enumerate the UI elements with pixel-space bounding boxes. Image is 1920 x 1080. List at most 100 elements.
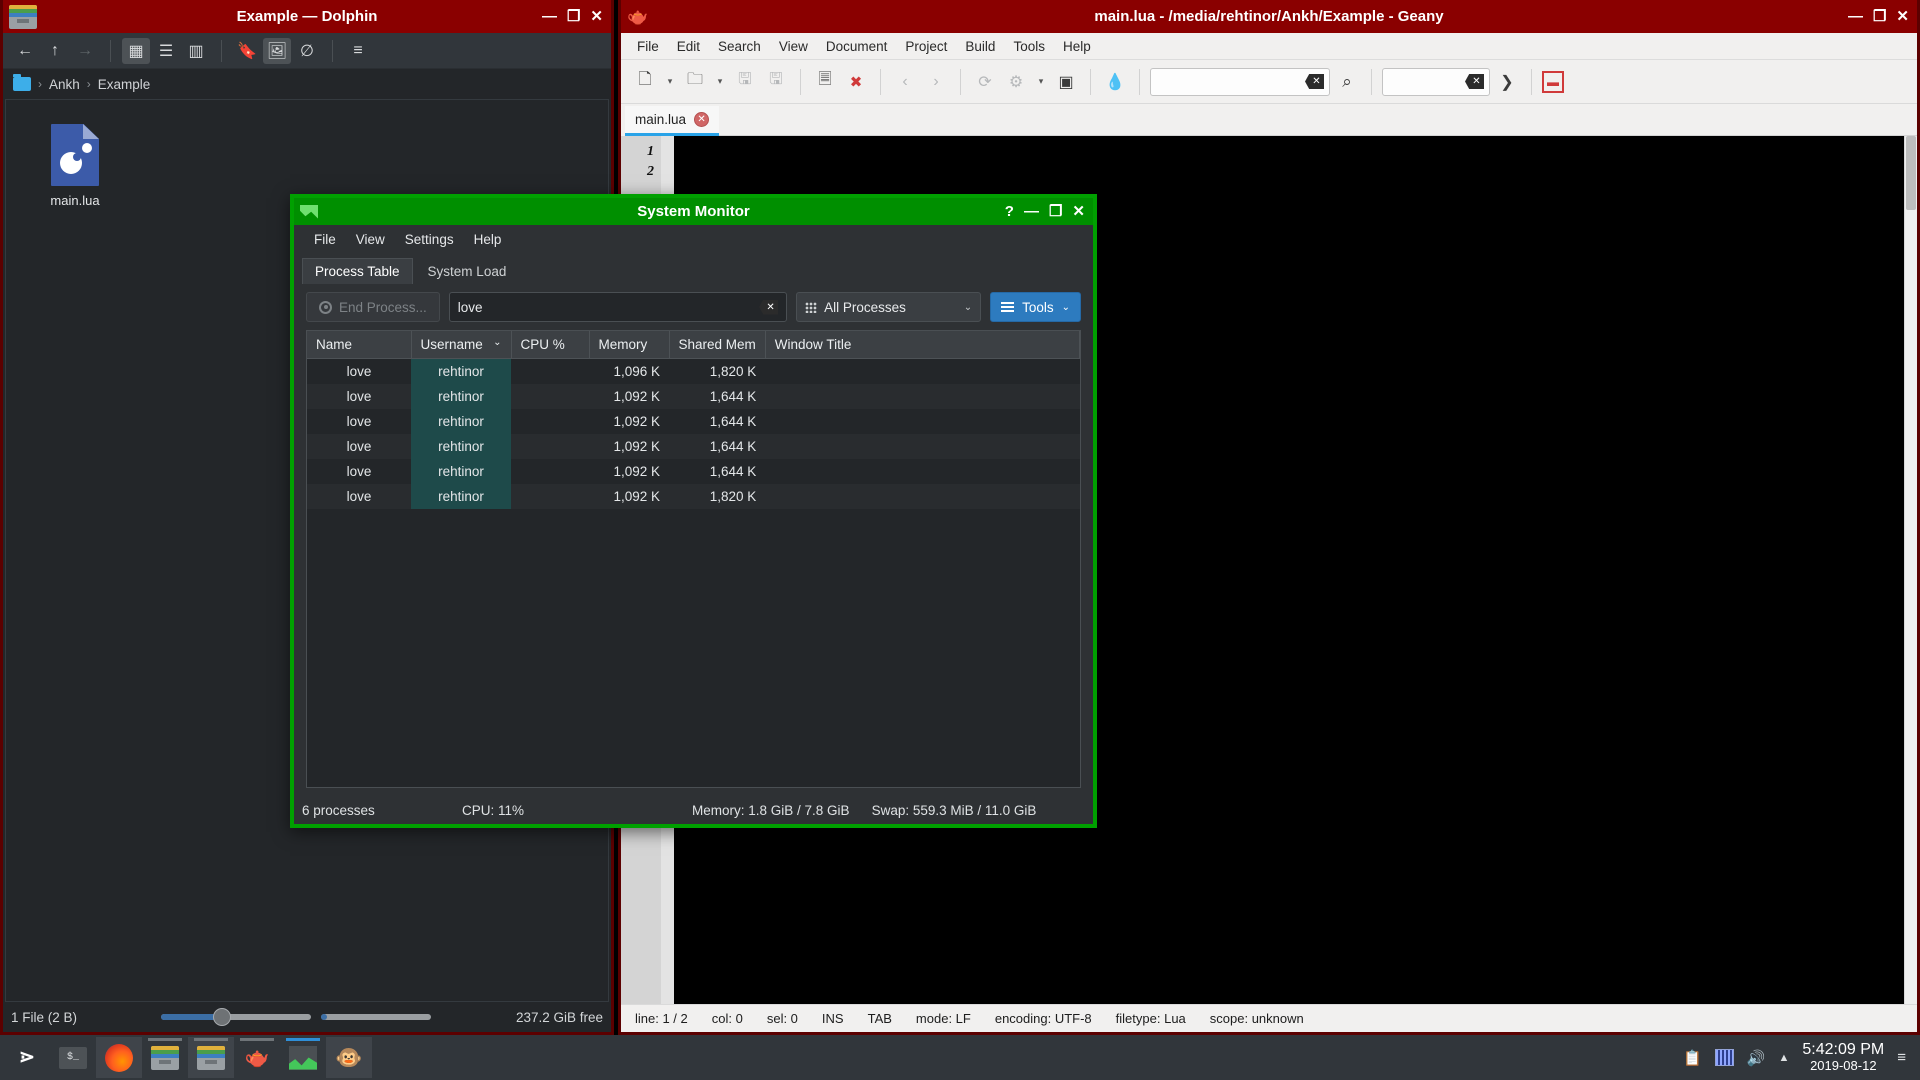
tab-system-load[interactable]: System Load — [415, 258, 520, 284]
menu-project[interactable]: Project — [897, 36, 955, 57]
editor-scrollbar[interactable] — [1904, 136, 1917, 1004]
menu-search[interactable]: Search — [710, 36, 769, 57]
close-button[interactable]: ✕ — [1896, 9, 1909, 24]
column-header-shared-mem[interactable]: Shared Mem — [669, 331, 766, 359]
menu-file[interactable]: File — [306, 229, 344, 250]
tools-button[interactable]: Tools ⌄ — [990, 292, 1081, 322]
table-row[interactable]: love rehtinor 1,096 K 1,820 K — [307, 358, 1080, 384]
magnifier-icon[interactable]: ⌕ — [1333, 68, 1361, 96]
menu-help[interactable]: Help — [466, 229, 510, 250]
bookmark-icon[interactable]: 🔖 — [233, 38, 261, 64]
scrollbar-thumb[interactable] — [1906, 136, 1916, 210]
kde-menu-icon[interactable]: ⋗ — [4, 1037, 50, 1078]
clear-icon[interactable]: ✕ — [759, 299, 779, 315]
menu-file[interactable]: File — [629, 36, 667, 57]
save-all-icon[interactable]: 🖫 — [762, 68, 790, 96]
file-item-main-lua[interactable]: main.lua — [30, 124, 120, 208]
close-document-icon[interactable]: 🗏 — [811, 68, 839, 96]
preview-icon[interactable]: 🖼 — [263, 37, 291, 64]
taskbar-item-dolphin-1[interactable] — [142, 1037, 188, 1078]
show-desktop-icon[interactable]: ≡ — [1897, 1049, 1906, 1066]
table-row[interactable]: love rehtinor 1,092 K 1,644 K — [307, 384, 1080, 409]
process-search-input[interactable]: love ✕ — [448, 292, 788, 322]
table-row[interactable]: love rehtinor 1,092 K 1,644 K — [307, 409, 1080, 434]
menu-help[interactable]: Help — [1055, 36, 1099, 57]
table-row[interactable]: love rehtinor 1,092 K 1,820 K — [307, 484, 1080, 509]
control-menu-icon[interactable]: ≡ — [344, 38, 372, 64]
column-header-window-title[interactable]: Window Title — [765, 331, 1080, 359]
help-button[interactable]: ? — [1005, 204, 1014, 219]
menu-view[interactable]: View — [348, 229, 393, 250]
taskbar-item-dolphin-2[interactable] — [188, 1037, 234, 1078]
hidden-files-icon[interactable]: ∅ — [293, 38, 321, 64]
tab-process-table[interactable]: Process Table — [302, 258, 413, 284]
zoom-slider[interactable] — [161, 1008, 312, 1026]
clear-icon[interactable]: ✕ — [1305, 74, 1324, 89]
column-header-cpu[interactable]: CPU % — [511, 331, 590, 359]
up-icon[interactable]: ↑ — [41, 38, 69, 64]
breadcrumb[interactable]: › Ankh › Example — [3, 69, 611, 99]
compile-icon[interactable]: ⟳ — [971, 68, 999, 96]
menu-build[interactable]: Build — [957, 36, 1003, 57]
close-button[interactable]: ✕ — [1072, 204, 1085, 219]
close-button[interactable]: ✕ — [590, 9, 603, 24]
network-monitor-icon[interactable] — [1714, 1049, 1734, 1066]
maximize-button[interactable]: ❐ — [1873, 9, 1886, 24]
search-input[interactable]: ✕ — [1150, 67, 1330, 96]
taskbar-item-monkey-app[interactable]: 🐵 — [326, 1037, 372, 1078]
tab-main-lua[interactable]: main.lua ✕ — [625, 106, 720, 136]
zoom-slider-handle[interactable] — [213, 1008, 232, 1026]
save-icon[interactable]: 🖫 — [731, 68, 759, 96]
back-icon[interactable]: ← — [11, 38, 39, 64]
color-chooser-icon[interactable]: 💧 — [1101, 68, 1129, 96]
jump-to-icon[interactable]: ❯ — [1493, 68, 1521, 96]
close-icon[interactable]: ✕ — [694, 112, 710, 127]
clipboard-icon[interactable]: 📋 — [1683, 1049, 1702, 1067]
close-all-icon[interactable]: ✖ — [842, 68, 870, 96]
taskbar-item-geany[interactable]: 🫖 — [234, 1037, 280, 1078]
process-filter-select[interactable]: All Processes ⌄ — [796, 292, 982, 322]
geany-titlebar[interactable]: 🫖 main.lua - /media/rehtinor/Ankh/Exampl… — [621, 0, 1917, 33]
compact-view-icon[interactable]: ▥ — [182, 38, 210, 64]
build-dropdown-icon[interactable]: ▾ — [1033, 68, 1049, 96]
build-icon[interactable]: ⚙ — [1002, 68, 1030, 96]
dolphin-titlebar[interactable]: Example — Dolphin — ❐ ✕ — [3, 0, 611, 33]
run-icon[interactable]: ▣ — [1052, 68, 1080, 96]
column-header-name[interactable]: Name — [307, 331, 412, 359]
open-document-dropdown-icon[interactable]: ▾ — [712, 68, 728, 96]
new-document-dropdown-icon[interactable]: ▾ — [662, 68, 678, 96]
table-row[interactable]: love rehtinor 1,092 K 1,644 K — [307, 434, 1080, 459]
menu-edit[interactable]: Edit — [669, 36, 708, 57]
details-view-icon[interactable]: ☰ — [152, 38, 180, 64]
process-table[interactable]: Name Username ⌄ CPU % Memory Shared Mem … — [306, 330, 1081, 788]
forward-icon[interactable]: → — [71, 38, 99, 64]
menu-settings[interactable]: Settings — [397, 229, 462, 250]
maximize-button[interactable]: ❐ — [1049, 204, 1062, 219]
breadcrumb-item-ankh[interactable]: Ankh — [49, 77, 80, 92]
back-icon[interactable]: ‹ — [891, 68, 919, 96]
icons-view-icon[interactable]: ▦ — [122, 37, 150, 64]
taskbar-item-firefox[interactable] — [96, 1037, 142, 1078]
volume-icon[interactable]: 🔊 — [1747, 1049, 1766, 1067]
menu-view[interactable]: View — [771, 36, 816, 57]
column-header-memory[interactable]: Memory — [589, 331, 670, 359]
minimize-button[interactable]: — — [1024, 204, 1039, 219]
minimize-button[interactable]: — — [542, 9, 557, 24]
taskbar-item-system-monitor[interactable] — [280, 1037, 326, 1078]
menu-document[interactable]: Document — [818, 36, 896, 57]
new-document-icon[interactable]: 🗋 — [631, 68, 659, 96]
end-process-button[interactable]: End Process... — [306, 292, 440, 322]
taskbar-item-terminal[interactable]: $_ — [50, 1037, 96, 1078]
maximize-button[interactable]: ❐ — [567, 9, 580, 24]
show-hidden-icon[interactable]: ▲ — [1779, 1052, 1790, 1064]
open-document-icon[interactable]: 🗀 — [681, 68, 709, 96]
breadcrumb-item-example[interactable]: Example — [98, 77, 151, 92]
goto-line-input[interactable]: ✕ — [1382, 67, 1490, 96]
sysmon-titlebar[interactable]: System Monitor ? — ❐ ✕ — [294, 198, 1093, 225]
clock[interactable]: 5:42:09 PM 2019-08-12 — [1802, 1041, 1884, 1072]
clear-icon[interactable]: ✕ — [1465, 74, 1484, 89]
menu-tools[interactable]: Tools — [1005, 36, 1053, 57]
forward-icon[interactable]: › — [922, 68, 950, 96]
table-row[interactable]: love rehtinor 1,092 K 1,644 K — [307, 459, 1080, 484]
quit-icon[interactable]: ▬ — [1542, 70, 1564, 93]
